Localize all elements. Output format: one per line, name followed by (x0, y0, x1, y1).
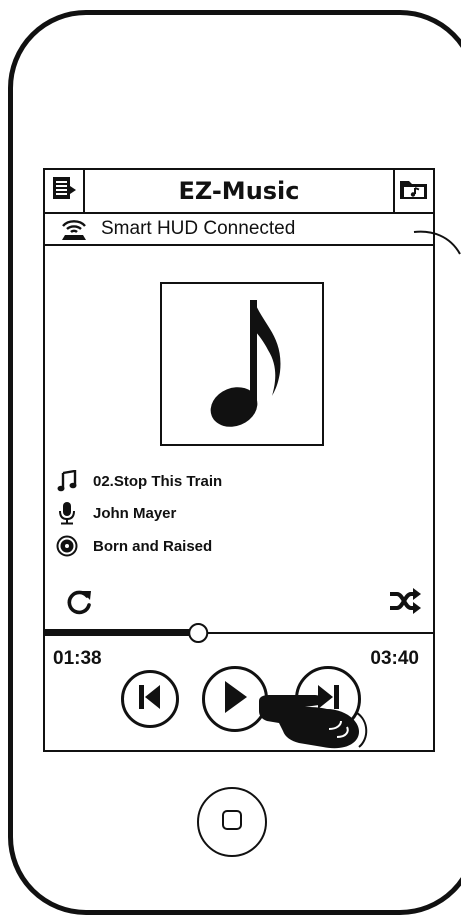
music-note-icon (55, 469, 79, 493)
title-bar: EZ-Music (45, 170, 433, 214)
hud-status-text: Smart HUD Connected (101, 218, 296, 239)
app-screen: EZ-Music Smart HUD Connected 02.Stop Thi… (43, 168, 435, 752)
pointing-hand-icon (257, 693, 369, 753)
track-album: Born and Raised (93, 537, 213, 555)
total-duration: 03:40 (370, 648, 419, 669)
progress-bar[interactable] (45, 623, 433, 643)
play-icon (221, 680, 249, 718)
home-square-icon (221, 809, 243, 835)
track-title-row: 02.Stop This Train (55, 467, 222, 495)
progress-fill (45, 629, 199, 636)
microphone-icon (55, 501, 79, 525)
track-artist: John Mayer (93, 504, 177, 522)
playlist-button[interactable] (45, 170, 85, 212)
repeat-button[interactable] (65, 588, 93, 620)
elapsed-time: 01:38 (53, 648, 102, 669)
track-artist-row: John Mayer (55, 499, 176, 527)
playlist-icon (52, 176, 76, 206)
album-disc-icon (55, 534, 79, 558)
album-art (160, 282, 324, 446)
shuffle-icon (389, 588, 421, 618)
home-button[interactable] (197, 787, 267, 857)
shuffle-button[interactable] (389, 588, 421, 618)
repeat-icon (65, 590, 93, 620)
music-folder-button[interactable] (393, 170, 433, 212)
music-note-art-icon (192, 292, 292, 436)
hud-signal-icon (59, 217, 89, 245)
progress-thumb (188, 623, 209, 643)
hud-status-bar: Smart HUD Connected (45, 214, 433, 246)
previous-track-icon (138, 683, 162, 715)
app-title: EZ-Music (178, 177, 300, 205)
previous-track-button[interactable] (121, 670, 179, 728)
track-album-row: Born and Raised (55, 532, 212, 560)
callout-line (412, 228, 461, 272)
track-title: 02.Stop This Train (93, 472, 223, 490)
music-folder-icon (399, 177, 429, 205)
